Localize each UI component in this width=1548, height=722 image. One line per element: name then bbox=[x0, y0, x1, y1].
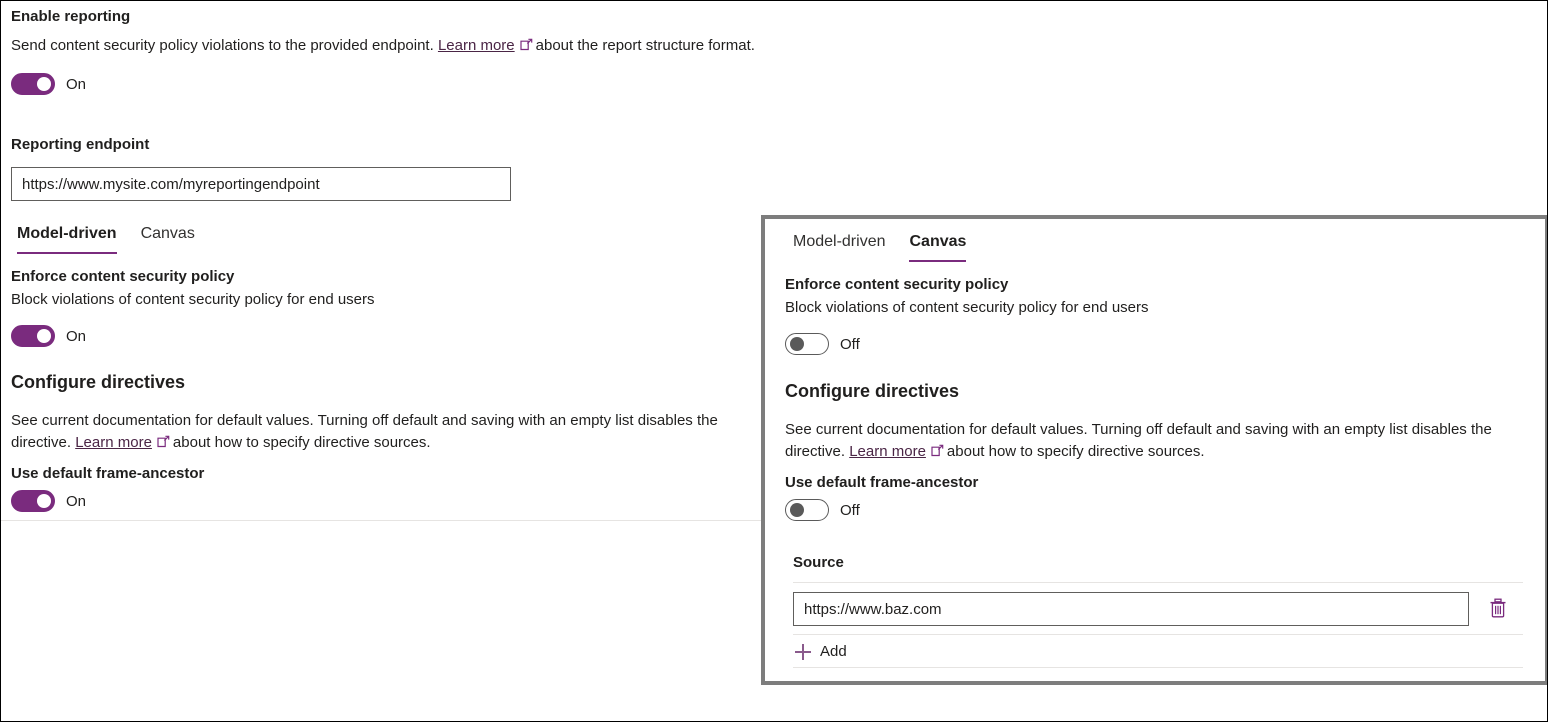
enable-reporting-description-before: Send content security policy violations … bbox=[11, 37, 434, 54]
section-divider bbox=[1, 520, 766, 521]
enforce-policy-label: Enforce content security policy bbox=[785, 275, 1530, 295]
configure-directives-section: Configure directives See current documen… bbox=[11, 370, 759, 512]
trash-icon bbox=[1489, 598, 1507, 621]
configure-directives-description-after: about how to specify directive sources. bbox=[947, 443, 1205, 460]
source-row bbox=[793, 583, 1523, 634]
add-source-button[interactable]: Add bbox=[793, 635, 1523, 667]
source-list-section: Source bbox=[793, 554, 1523, 668]
tab-canvas-label: Canvas bbox=[909, 233, 966, 250]
toggle-knob bbox=[37, 77, 51, 91]
frame-ancestor-label: Use default frame-ancestor bbox=[785, 473, 1533, 493]
tab-model-driven-label: Model-driven bbox=[17, 225, 117, 242]
right-pivot-tabs: Model-driven Canvas bbox=[781, 233, 978, 262]
enable-reporting-toggle[interactable] bbox=[11, 73, 55, 95]
learn-more-link-reporting[interactable]: Learn more bbox=[438, 37, 515, 54]
add-source-label: Add bbox=[820, 643, 847, 660]
enforce-policy-toggle[interactable] bbox=[785, 333, 829, 355]
enforce-policy-section: Enforce content security policy Block vi… bbox=[11, 267, 756, 347]
tab-canvas[interactable]: Canvas bbox=[129, 225, 207, 254]
plus-icon bbox=[795, 644, 811, 660]
external-link-icon bbox=[157, 435, 170, 448]
configure-directives-heading: Configure directives bbox=[11, 370, 759, 394]
toggle-knob bbox=[790, 503, 804, 517]
external-link-icon bbox=[520, 38, 533, 51]
tab-model-driven-label: Model-driven bbox=[793, 233, 885, 250]
frame-ancestor-toggle-row: On bbox=[11, 490, 759, 512]
enforce-policy-toggle-state: On bbox=[66, 328, 86, 345]
enforce-policy-toggle-row: Off bbox=[785, 333, 1530, 355]
enforce-policy-toggle[interactable] bbox=[11, 325, 55, 347]
enforce-policy-toggle-state: Off bbox=[840, 336, 860, 353]
configure-directives-description-after: about how to specify directive sources. bbox=[173, 434, 431, 451]
toggle-knob bbox=[37, 494, 51, 508]
source-footer-divider bbox=[793, 667, 1523, 668]
source-input[interactable] bbox=[793, 592, 1469, 626]
enable-reporting-label: Enable reporting bbox=[11, 7, 756, 27]
frame-ancestor-toggle[interactable] bbox=[785, 499, 829, 521]
settings-background-pane: Enable reporting Send content security p… bbox=[1, 1, 767, 722]
frame-ancestor-toggle[interactable] bbox=[11, 490, 55, 512]
delete-source-button[interactable] bbox=[1485, 596, 1511, 622]
reporting-endpoint-label: Reporting endpoint bbox=[11, 135, 516, 155]
enable-reporting-description: Send content security policy violations … bbox=[11, 35, 756, 57]
enforce-policy-description: Block violations of content security pol… bbox=[11, 289, 756, 311]
learn-more-link-directives[interactable]: Learn more bbox=[75, 434, 152, 451]
configure-directives-section: Configure directives See current documen… bbox=[785, 379, 1533, 521]
screenshot-root: Enable reporting Send content security p… bbox=[0, 0, 1548, 722]
tab-model-driven[interactable]: Model-driven bbox=[781, 233, 897, 262]
canvas-callout-panel: Model-driven Canvas Enforce content secu… bbox=[761, 215, 1548, 685]
toggle-knob bbox=[790, 337, 804, 351]
configure-directives-heading: Configure directives bbox=[785, 379, 1533, 403]
frame-ancestor-toggle-state: On bbox=[66, 493, 86, 510]
external-link-icon bbox=[931, 444, 944, 457]
frame-ancestor-toggle-state: Off bbox=[840, 502, 860, 519]
configure-directives-description: See current documentation for default va… bbox=[785, 419, 1533, 463]
enforce-policy-toggle-row: On bbox=[11, 325, 756, 347]
frame-ancestor-toggle-row: Off bbox=[785, 499, 1533, 521]
tab-canvas-label: Canvas bbox=[141, 225, 195, 242]
enable-reporting-description-after: about the report structure format. bbox=[536, 37, 755, 54]
enable-reporting-toggle-state: On bbox=[66, 76, 86, 93]
enable-reporting-section: Enable reporting Send content security p… bbox=[11, 7, 756, 95]
enforce-policy-description: Block violations of content security pol… bbox=[785, 297, 1530, 319]
enable-reporting-toggle-row: On bbox=[11, 73, 756, 95]
tab-canvas[interactable]: Canvas bbox=[897, 233, 978, 262]
enforce-policy-section: Enforce content security policy Block vi… bbox=[785, 275, 1530, 355]
frame-ancestor-label: Use default frame-ancestor bbox=[11, 464, 759, 484]
reporting-endpoint-section: Reporting endpoint bbox=[11, 135, 516, 201]
configure-directives-description: See current documentation for default va… bbox=[11, 410, 759, 454]
toggle-knob bbox=[37, 329, 51, 343]
enforce-policy-label: Enforce content security policy bbox=[11, 267, 756, 287]
learn-more-link-directives[interactable]: Learn more bbox=[849, 443, 926, 460]
reporting-endpoint-input[interactable] bbox=[11, 167, 511, 201]
tab-model-driven[interactable]: Model-driven bbox=[5, 225, 129, 254]
source-column-header: Source bbox=[793, 554, 1523, 582]
left-pivot-tabs: Model-driven Canvas bbox=[5, 225, 207, 254]
